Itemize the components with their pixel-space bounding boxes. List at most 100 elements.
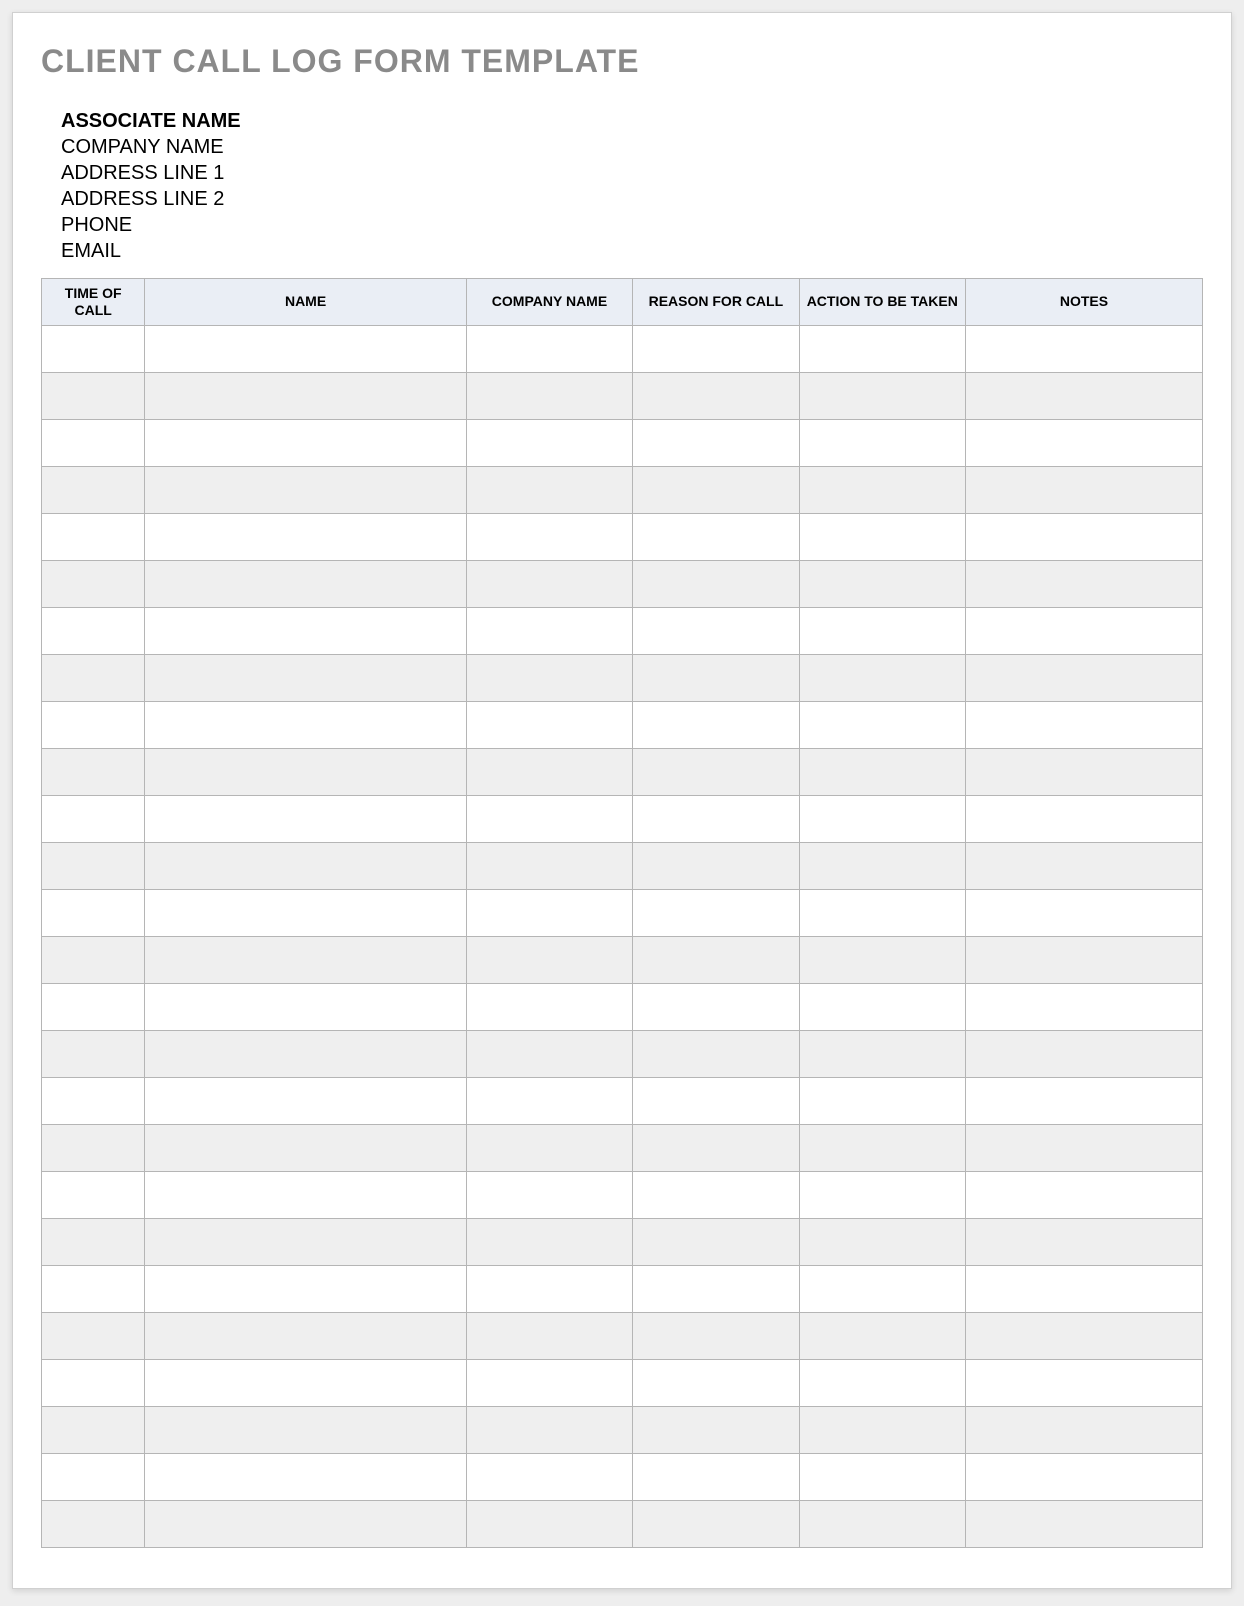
cell-reason-for-call[interactable] xyxy=(633,466,799,513)
cell-name[interactable] xyxy=(145,1124,466,1171)
cell-company-name[interactable] xyxy=(466,1265,632,1312)
cell-notes[interactable] xyxy=(965,466,1202,513)
cell-notes[interactable] xyxy=(965,983,1202,1030)
cell-time-of-call[interactable] xyxy=(42,1171,145,1218)
cell-company-name[interactable] xyxy=(466,983,632,1030)
cell-reason-for-call[interactable] xyxy=(633,842,799,889)
cell-reason-for-call[interactable] xyxy=(633,1077,799,1124)
cell-time-of-call[interactable] xyxy=(42,607,145,654)
cell-name[interactable] xyxy=(145,372,466,419)
cell-time-of-call[interactable] xyxy=(42,1218,145,1265)
cell-reason-for-call[interactable] xyxy=(633,936,799,983)
cell-action-to-be-taken[interactable] xyxy=(799,1265,965,1312)
cell-notes[interactable] xyxy=(965,889,1202,936)
cell-company-name[interactable] xyxy=(466,842,632,889)
cell-notes[interactable] xyxy=(965,654,1202,701)
cell-time-of-call[interactable] xyxy=(42,419,145,466)
cell-name[interactable] xyxy=(145,1359,466,1406)
cell-time-of-call[interactable] xyxy=(42,842,145,889)
cell-name[interactable] xyxy=(145,1030,466,1077)
cell-action-to-be-taken[interactable] xyxy=(799,889,965,936)
cell-reason-for-call[interactable] xyxy=(633,701,799,748)
cell-reason-for-call[interactable] xyxy=(633,1171,799,1218)
cell-action-to-be-taken[interactable] xyxy=(799,466,965,513)
cell-reason-for-call[interactable] xyxy=(633,983,799,1030)
cell-notes[interactable] xyxy=(965,325,1202,372)
cell-time-of-call[interactable] xyxy=(42,372,145,419)
cell-company-name[interactable] xyxy=(466,1406,632,1453)
cell-name[interactable] xyxy=(145,560,466,607)
cell-action-to-be-taken[interactable] xyxy=(799,560,965,607)
cell-time-of-call[interactable] xyxy=(42,701,145,748)
cell-time-of-call[interactable] xyxy=(42,889,145,936)
cell-action-to-be-taken[interactable] xyxy=(799,1406,965,1453)
cell-name[interactable] xyxy=(145,1265,466,1312)
cell-company-name[interactable] xyxy=(466,1218,632,1265)
cell-name[interactable] xyxy=(145,1077,466,1124)
cell-name[interactable] xyxy=(145,513,466,560)
cell-company-name[interactable] xyxy=(466,654,632,701)
cell-company-name[interactable] xyxy=(466,701,632,748)
cell-name[interactable] xyxy=(145,795,466,842)
cell-time-of-call[interactable] xyxy=(42,1124,145,1171)
cell-reason-for-call[interactable] xyxy=(633,560,799,607)
cell-notes[interactable] xyxy=(965,607,1202,654)
cell-notes[interactable] xyxy=(965,1312,1202,1359)
cell-action-to-be-taken[interactable] xyxy=(799,1359,965,1406)
cell-company-name[interactable] xyxy=(466,889,632,936)
cell-time-of-call[interactable] xyxy=(42,936,145,983)
cell-action-to-be-taken[interactable] xyxy=(799,1077,965,1124)
cell-reason-for-call[interactable] xyxy=(633,1406,799,1453)
cell-reason-for-call[interactable] xyxy=(633,1265,799,1312)
cell-company-name[interactable] xyxy=(466,1171,632,1218)
cell-reason-for-call[interactable] xyxy=(633,1453,799,1500)
cell-action-to-be-taken[interactable] xyxy=(799,1218,965,1265)
cell-notes[interactable] xyxy=(965,1077,1202,1124)
cell-time-of-call[interactable] xyxy=(42,1030,145,1077)
cell-time-of-call[interactable] xyxy=(42,1265,145,1312)
cell-notes[interactable] xyxy=(965,842,1202,889)
cell-company-name[interactable] xyxy=(466,513,632,560)
cell-reason-for-call[interactable] xyxy=(633,1359,799,1406)
cell-reason-for-call[interactable] xyxy=(633,1124,799,1171)
cell-name[interactable] xyxy=(145,466,466,513)
cell-name[interactable] xyxy=(145,889,466,936)
cell-reason-for-call[interactable] xyxy=(633,654,799,701)
cell-action-to-be-taken[interactable] xyxy=(799,1124,965,1171)
cell-name[interactable] xyxy=(145,1171,466,1218)
cell-action-to-be-taken[interactable] xyxy=(799,654,965,701)
cell-notes[interactable] xyxy=(965,936,1202,983)
cell-time-of-call[interactable] xyxy=(42,466,145,513)
cell-time-of-call[interactable] xyxy=(42,748,145,795)
cell-reason-for-call[interactable] xyxy=(633,607,799,654)
cell-reason-for-call[interactable] xyxy=(633,419,799,466)
cell-action-to-be-taken[interactable] xyxy=(799,372,965,419)
cell-reason-for-call[interactable] xyxy=(633,1030,799,1077)
cell-notes[interactable] xyxy=(965,1030,1202,1077)
cell-name[interactable] xyxy=(145,654,466,701)
cell-action-to-be-taken[interactable] xyxy=(799,795,965,842)
cell-notes[interactable] xyxy=(965,795,1202,842)
cell-notes[interactable] xyxy=(965,1171,1202,1218)
cell-time-of-call[interactable] xyxy=(42,1312,145,1359)
cell-time-of-call[interactable] xyxy=(42,1359,145,1406)
cell-action-to-be-taken[interactable] xyxy=(799,701,965,748)
cell-name[interactable] xyxy=(145,1312,466,1359)
cell-company-name[interactable] xyxy=(466,795,632,842)
cell-time-of-call[interactable] xyxy=(42,560,145,607)
cell-name[interactable] xyxy=(145,701,466,748)
cell-action-to-be-taken[interactable] xyxy=(799,325,965,372)
cell-action-to-be-taken[interactable] xyxy=(799,1030,965,1077)
cell-notes[interactable] xyxy=(965,1218,1202,1265)
cell-name[interactable] xyxy=(145,1453,466,1500)
cell-reason-for-call[interactable] xyxy=(633,325,799,372)
cell-notes[interactable] xyxy=(965,560,1202,607)
cell-name[interactable] xyxy=(145,842,466,889)
cell-notes[interactable] xyxy=(965,1500,1202,1547)
cell-action-to-be-taken[interactable] xyxy=(799,513,965,560)
cell-action-to-be-taken[interactable] xyxy=(799,842,965,889)
cell-company-name[interactable] xyxy=(466,1453,632,1500)
cell-time-of-call[interactable] xyxy=(42,513,145,560)
cell-action-to-be-taken[interactable] xyxy=(799,983,965,1030)
cell-time-of-call[interactable] xyxy=(42,795,145,842)
